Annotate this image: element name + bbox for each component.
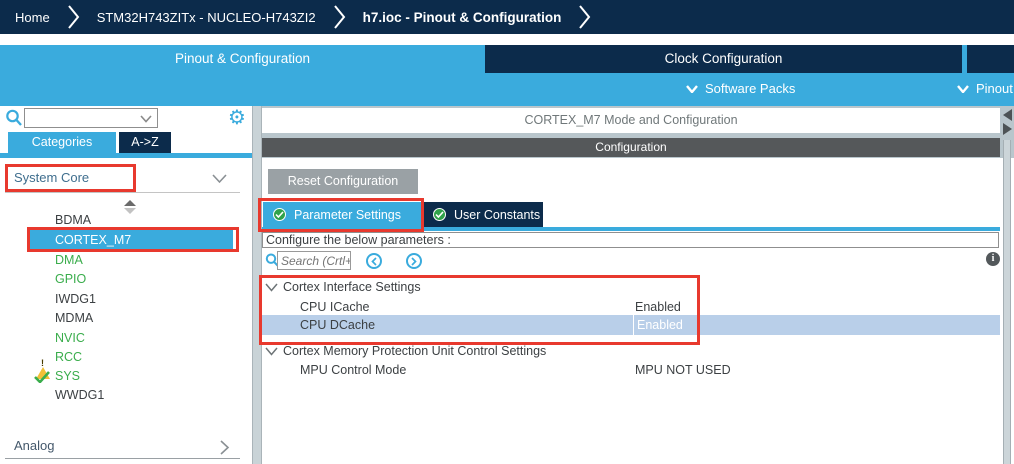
sidebar-accent-bar bbox=[0, 153, 252, 158]
collapse-group-icon[interactable] bbox=[265, 347, 278, 356]
main-tab-bar: Pinout & Configuration Clock Configurati… bbox=[0, 34, 1014, 106]
pinout-label: Pinout bbox=[976, 81, 1013, 96]
check-icon bbox=[34, 371, 50, 383]
breadcrumb-file[interactable]: h7.ioc - Pinout & Configuration bbox=[363, 10, 562, 25]
gear-icon[interactable]: ⚙ bbox=[228, 105, 246, 129]
tab-a-to-z[interactable]: A->Z bbox=[119, 132, 171, 153]
chevron-down-icon[interactable] bbox=[212, 174, 227, 184]
search-icon bbox=[5, 109, 23, 127]
breadcrumb-device[interactable]: STM32H743ZITx - NUCLEO-H743ZI2 bbox=[97, 10, 316, 25]
sidebar-item-bdma[interactable]: BDMA bbox=[0, 211, 252, 230]
breadcrumb-chevron-icon bbox=[333, 5, 346, 29]
tab-pinout-configuration[interactable]: Pinout & Configuration bbox=[0, 51, 485, 66]
sidebar-item-wwdg1[interactable]: WWDG1 bbox=[0, 386, 252, 405]
tab-categories[interactable]: Categories bbox=[8, 132, 116, 153]
collapse-group-icon[interactable] bbox=[265, 283, 278, 292]
sidebar-item-gpio[interactable]: GPIO bbox=[0, 270, 252, 289]
vertical-scrollbar[interactable] bbox=[1003, 140, 1011, 464]
next-match-button[interactable] bbox=[406, 253, 422, 269]
collapse-left-icon[interactable] bbox=[1003, 109, 1012, 121]
sidebar-item-iwdg1[interactable]: IWDG1 bbox=[0, 290, 252, 309]
parameters-caption: Configure the below parameters : bbox=[262, 232, 999, 248]
check-circle-icon bbox=[273, 208, 286, 221]
param-group-cortex-interface[interactable]: Cortex Interface Settings bbox=[283, 278, 421, 297]
tab-user-constants[interactable]: User Constants bbox=[423, 202, 543, 227]
breadcrumb: Home STM32H743ZITx - NUCLEO-H743ZI2 h7.i… bbox=[0, 0, 1014, 34]
breadcrumb-chevron-icon bbox=[67, 5, 80, 29]
chevron-down-icon bbox=[686, 85, 698, 93]
sidebar-item-sys[interactable]: SYS bbox=[0, 367, 252, 386]
peripherals-sidebar: ⚙ Categories A->Z System Core BDMA CORTE… bbox=[0, 106, 252, 464]
chevron-right-icon[interactable] bbox=[220, 440, 230, 455]
check-circle-icon bbox=[433, 208, 446, 221]
sidebar-item-mdma[interactable]: MDMA bbox=[0, 309, 252, 328]
mode-configuration-panel: CORTEX_M7 Mode and Configuration Configu… bbox=[262, 106, 1014, 464]
sort-up-icon bbox=[124, 200, 136, 206]
tab-next-partial[interactable] bbox=[967, 45, 1014, 73]
software-packs-label: Software Packs bbox=[705, 81, 795, 96]
module-search-combobox[interactable] bbox=[24, 108, 158, 128]
software-packs-menu[interactable]: Software Packs bbox=[686, 81, 795, 96]
mode-title: CORTEX_M7 Mode and Configuration bbox=[262, 108, 1000, 133]
tab-clock-configuration[interactable]: Clock Configuration bbox=[485, 45, 962, 73]
section-system-core[interactable]: System Core bbox=[14, 170, 89, 185]
sidebar-item-cortex-m7-label[interactable]: CORTEX_M7 bbox=[55, 230, 131, 250]
sidebar-item-rcc[interactable]: RCC bbox=[0, 348, 252, 367]
chevron-left-icon bbox=[371, 257, 377, 266]
info-icon[interactable]: i bbox=[986, 252, 1000, 266]
tab-parameter-settings-label: Parameter Settings bbox=[294, 208, 401, 222]
section-analog[interactable]: Analog bbox=[14, 438, 54, 453]
sidebar-item-nvic[interactable]: NVIC bbox=[0, 329, 252, 348]
breadcrumb-chevron-icon bbox=[578, 5, 591, 29]
param-value-mpu-control-mode[interactable]: MPU NOT USED bbox=[635, 361, 731, 380]
param-name-cpu-dcache[interactable]: CPU DCache bbox=[300, 315, 375, 335]
divider bbox=[5, 192, 240, 193]
tab-parameter-settings[interactable]: Parameter Settings bbox=[263, 202, 421, 227]
divider bbox=[5, 458, 240, 459]
param-value-cpu-dcache[interactable]: Enabled bbox=[633, 315, 683, 335]
chevron-right-icon bbox=[411, 257, 417, 266]
configuration-title: Configuration bbox=[262, 138, 1000, 157]
module-search-input[interactable] bbox=[27, 110, 137, 126]
param-name-mpu-control-mode[interactable]: MPU Control Mode bbox=[300, 361, 406, 380]
sidebar-item-dma[interactable]: DMA bbox=[0, 251, 252, 270]
chevron-down-icon[interactable] bbox=[140, 115, 152, 123]
tab-user-constants-label: User Constants bbox=[454, 208, 540, 222]
prev-match-button[interactable] bbox=[366, 253, 382, 269]
panel-splitter[interactable] bbox=[252, 106, 262, 464]
breadcrumb-home[interactable]: Home bbox=[15, 10, 50, 25]
parameter-search-input[interactable] bbox=[277, 251, 351, 270]
collapse-right-icon[interactable] bbox=[1003, 123, 1012, 135]
reset-configuration-button[interactable]: Reset Configuration bbox=[268, 169, 418, 194]
tabs-accent-bar bbox=[262, 227, 1000, 231]
stm32cubemx-window: Home STM32H743ZITx - NUCLEO-H743ZI2 h7.i… bbox=[0, 0, 1014, 464]
pinout-menu[interactable]: Pinout bbox=[957, 81, 1013, 96]
param-group-mpu-control[interactable]: Cortex Memory Protection Unit Control Se… bbox=[283, 342, 546, 361]
chevron-down-icon bbox=[957, 85, 969, 93]
